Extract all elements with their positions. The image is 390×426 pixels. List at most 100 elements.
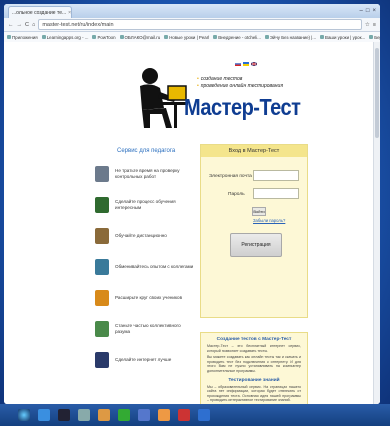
info-title: Создание тестов с Мастер-Тест bbox=[216, 337, 292, 342]
service-label: Обучайте дистанционно bbox=[115, 233, 167, 238]
people-icon bbox=[95, 290, 109, 306]
bookmark-item[interactable]: Приложения bbox=[7, 35, 38, 40]
password-field[interactable] bbox=[253, 188, 299, 199]
bookmark-item[interactable]: PowToon bbox=[92, 34, 116, 40]
word-icon[interactable] bbox=[198, 409, 210, 421]
media-icon[interactable] bbox=[58, 409, 70, 421]
bookmark-label: Ваши уроки | урок... bbox=[325, 34, 366, 40]
bookmark-icon bbox=[119, 35, 124, 39]
bookmark-icon bbox=[320, 35, 325, 39]
forgot-password-link[interactable]: Забыли пароль? bbox=[253, 218, 285, 223]
globe-icon bbox=[95, 259, 109, 275]
en-flag-icon[interactable] bbox=[251, 62, 257, 66]
bookmark-label: Внедрение - otcheli... bbox=[218, 34, 261, 40]
folder-icon[interactable] bbox=[98, 409, 110, 421]
window-controls: – □ × bbox=[360, 4, 380, 18]
browser-icon[interactable] bbox=[38, 409, 50, 421]
bookmark-icon bbox=[369, 35, 374, 39]
info-subtitle: Тестирование знаний bbox=[228, 377, 280, 383]
app-icon[interactable] bbox=[138, 409, 150, 421]
service-item: Сделайте интернет лучше bbox=[95, 352, 195, 368]
bookmark-label: PowToon bbox=[97, 34, 116, 40]
register-button[interactable]: Регистрация bbox=[230, 233, 282, 257]
taskbar bbox=[0, 404, 390, 426]
menu-icon[interactable]: ≡ bbox=[373, 22, 376, 28]
info-paragraph: Вы можете создавать как онлайн тесты так… bbox=[207, 355, 301, 373]
url-field[interactable]: master-test.net/ru/index/main bbox=[38, 19, 362, 30]
bookmark-icon bbox=[92, 35, 97, 39]
maximize-icon[interactable]: □ bbox=[366, 8, 370, 14]
service-item: Обучайте дистанционно bbox=[95, 228, 195, 244]
bookmark-icon bbox=[213, 35, 218, 39]
tagline-item: проведение онлайн тестирования bbox=[197, 83, 283, 90]
tab-close-icon[interactable]: × bbox=[68, 10, 71, 16]
bookmark-item[interactable]: Березникова Анжела... bbox=[369, 35, 380, 40]
address-bar-row: ← → C ⌂ master-test.net/ru/index/main ☆ … bbox=[4, 18, 380, 32]
bookmark-label: Новые уроки | Pearl bbox=[169, 34, 210, 40]
tab-bar: ...ольное создание те... × – □ × bbox=[4, 4, 380, 18]
exam-icon bbox=[95, 166, 109, 182]
utility-icon[interactable] bbox=[118, 409, 130, 421]
info-paragraph: Мы – образовательный сервис. На страница… bbox=[207, 384, 301, 403]
service-item: Сделайте процесс обучения интересным bbox=[95, 197, 195, 213]
browser-window: ...ольное создание те... × – □ × ← → C ⌂… bbox=[4, 4, 380, 404]
bookmark-item[interactable]: ОБЛАКО@mail.ru bbox=[119, 34, 161, 40]
browser-tab[interactable]: ...ольное создание те... × bbox=[8, 6, 72, 18]
ru-flag-icon[interactable] bbox=[235, 62, 241, 66]
info-paragraph: Мастер-Тест – это бесплатный интернет се… bbox=[207, 344, 301, 353]
close-window-icon[interactable]: × bbox=[372, 8, 376, 14]
tagline-item: создание тестов bbox=[197, 76, 283, 83]
hand-icon bbox=[95, 228, 109, 244]
service-item: Не тратьте время на проверку контрольных… bbox=[95, 166, 195, 182]
bookmark-item[interactable]: Внедрение - otcheli... bbox=[213, 35, 261, 40]
service-item: Станьте частью коллективного разума bbox=[95, 321, 195, 337]
bookmark-icon bbox=[41, 35, 46, 39]
page-content: создание тестов проведение онлайн тестир… bbox=[4, 42, 380, 404]
login-panel: Вход в Мастер-Тест Электронная почта Пар… bbox=[200, 144, 308, 318]
app-icon[interactable] bbox=[78, 409, 90, 421]
bookmark-item[interactable]: Ваши уроки | урок... bbox=[320, 35, 365, 40]
tagline-list: создание тестов проведение онлайн тестир… bbox=[197, 76, 283, 90]
puzzle-icon bbox=[95, 321, 109, 337]
info-panel: Создание тестов с Мастер-Тест Мастер-Тес… bbox=[200, 332, 308, 404]
tab-title: ...ольное создание те... bbox=[12, 9, 67, 16]
start-icon[interactable] bbox=[18, 409, 30, 421]
language-flags bbox=[235, 62, 257, 66]
powerpoint-icon[interactable] bbox=[178, 409, 190, 421]
services-heading: Сервис для педагога bbox=[117, 148, 176, 154]
email-label: Электронная почта bbox=[209, 174, 252, 179]
site-logo[interactable]: Мастер-Тест bbox=[184, 95, 301, 121]
service-item: Расширьте круг своих учеников bbox=[95, 290, 195, 306]
service-item: Обменивайтесь опытом с коллегами bbox=[95, 259, 195, 275]
minimize-icon[interactable]: – bbox=[360, 8, 363, 14]
bookmark-label: Березникова Анжела... bbox=[374, 34, 380, 40]
bookmark-icon bbox=[164, 35, 169, 39]
forward-icon[interactable]: → bbox=[17, 22, 23, 28]
bookmark-label: Learningapps.org - ... bbox=[46, 34, 89, 40]
scrollbar[interactable] bbox=[373, 42, 380, 404]
chrome-icon[interactable] bbox=[158, 409, 170, 421]
bookmark-item[interactable]: Learningapps.org - ... bbox=[41, 34, 89, 40]
teacher-at-computer-icon bbox=[140, 68, 188, 128]
bookmark-item[interactable]: Новые уроки | Pearl bbox=[164, 35, 209, 40]
bookmark-icon bbox=[7, 35, 11, 39]
reload-icon[interactable]: C bbox=[25, 22, 29, 28]
back-icon[interactable]: ← bbox=[8, 22, 14, 28]
bookmark-icon bbox=[264, 35, 269, 39]
star-icon[interactable]: ☆ bbox=[365, 22, 370, 28]
service-label: Расширьте круг своих учеников bbox=[115, 295, 183, 300]
login-button[interactable]: Войти bbox=[252, 207, 266, 216]
email-field[interactable] bbox=[253, 170, 299, 181]
bookmark-label: Приложения bbox=[12, 34, 38, 40]
service-label: Станьте частью коллективного разума bbox=[115, 323, 181, 334]
world-icon bbox=[95, 352, 109, 368]
service-label: Не тратьте время на проверку контрольных… bbox=[115, 168, 180, 179]
url-text: master-test.net/ru/index/main bbox=[42, 21, 114, 28]
bookmark-label: ОБЛАКО@mail.ru bbox=[124, 34, 161, 40]
scrollbar-thumb[interactable] bbox=[375, 48, 379, 138]
bookmark-item[interactable]: Эйчу Без название) |... bbox=[264, 35, 316, 40]
login-title: Вход в Мастер-Тест bbox=[201, 145, 307, 157]
home-icon[interactable]: ⌂ bbox=[32, 22, 35, 28]
ua-flag-icon[interactable] bbox=[243, 62, 249, 66]
service-label: Сделайте процесс обучения интересным bbox=[115, 199, 176, 210]
